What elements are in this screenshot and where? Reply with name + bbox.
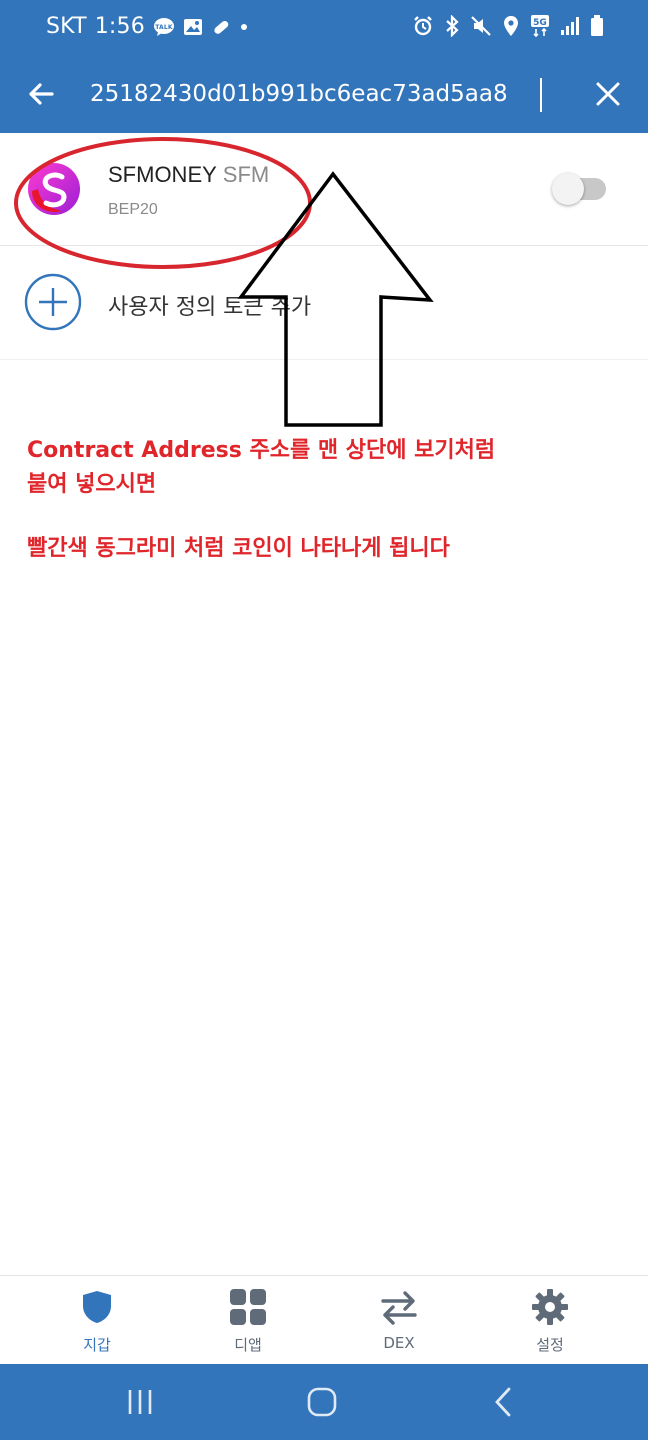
- system-navigation-bar: [0, 1364, 648, 1440]
- network-badge-text: 5G: [533, 18, 547, 28]
- carrier-text: SKT: [46, 14, 87, 39]
- add-custom-token-label: 사용자 정의 토큰 추가: [108, 295, 312, 320]
- close-icon: [596, 82, 620, 106]
- sfmoney-logo: [28, 163, 80, 215]
- nav-settings[interactable]: 설정: [469, 1276, 631, 1365]
- network-5g-icon: 5G: [530, 14, 550, 42]
- bottom-navigation: 지갑 디앱 DEX 설정: [0, 1275, 648, 1365]
- talk-badge-text: TALK: [155, 24, 173, 31]
- status-right: 5G: [412, 14, 604, 42]
- search-app-bar: [0, 56, 648, 133]
- swap-arrows-icon: [381, 1291, 417, 1325]
- toggle-knob: [552, 173, 584, 205]
- pill-icon: [211, 17, 231, 37]
- annotation-line-2: 붙여 넣으시면: [27, 472, 157, 497]
- clock-time: 1:56: [94, 14, 145, 39]
- more-dot-icon: [239, 22, 249, 32]
- status-left: SKT 1:56 TALK: [46, 14, 249, 39]
- token-title: SFMONEY SFM: [108, 162, 269, 188]
- status-bar: SKT 1:56 TALK 5G: [0, 0, 648, 56]
- token-network: BEP20: [108, 201, 158, 218]
- text-cursor: [540, 78, 542, 112]
- add-circle-icon: [24, 273, 82, 331]
- recent-apps-button[interactable]: [120, 1384, 160, 1420]
- nav-dex[interactable]: DEX: [318, 1276, 480, 1365]
- nav-dapps-label: 디앱: [234, 1336, 262, 1354]
- token-symbol: SFM: [222, 162, 270, 187]
- grid-icon: [230, 1289, 266, 1325]
- gear-icon: [532, 1289, 568, 1325]
- clear-search-button[interactable]: [588, 74, 628, 114]
- location-icon: [502, 15, 520, 41]
- token-name: SFMONEY: [108, 162, 217, 187]
- gallery-icon: [183, 18, 203, 36]
- recent-apps-icon: [128, 1390, 152, 1414]
- nav-settings-label: 설정: [536, 1336, 564, 1354]
- system-back-button[interactable]: [484, 1384, 524, 1420]
- chevron-left-icon: [495, 1387, 511, 1417]
- nav-wallet[interactable]: 지갑: [16, 1276, 178, 1365]
- signal-icon: [560, 16, 580, 40]
- arrow-left-icon: [29, 83, 54, 105]
- token-list-item[interactable]: SFMONEY SFM BEP20: [0, 133, 648, 246]
- nav-dex-label: DEX: [383, 1334, 415, 1352]
- battery-icon: [590, 15, 604, 41]
- contract-address-search-input[interactable]: [90, 72, 542, 116]
- home-icon: [307, 1387, 337, 1417]
- token-enable-toggle[interactable]: [552, 173, 606, 205]
- alarm-icon: [412, 15, 434, 41]
- bluetooth-icon: [444, 14, 460, 41]
- home-button[interactable]: [302, 1384, 342, 1420]
- nav-wallet-label: 지갑: [83, 1336, 111, 1354]
- mute-icon: [470, 15, 492, 41]
- annotation-line-3: 빨간색 동그라미 처럼 코인이 나타나게 됩니다: [27, 536, 450, 561]
- add-custom-token-row[interactable]: 사용자 정의 토큰 추가: [0, 246, 648, 360]
- shield-icon: [83, 1291, 111, 1323]
- talk-notification-icon: TALK: [153, 17, 175, 37]
- annotation-line-1: Contract Address 주소를 맨 상단에 보기처럼: [27, 438, 496, 463]
- back-button[interactable]: [22, 74, 62, 114]
- nav-dapps[interactable]: 디앱: [167, 1276, 329, 1365]
